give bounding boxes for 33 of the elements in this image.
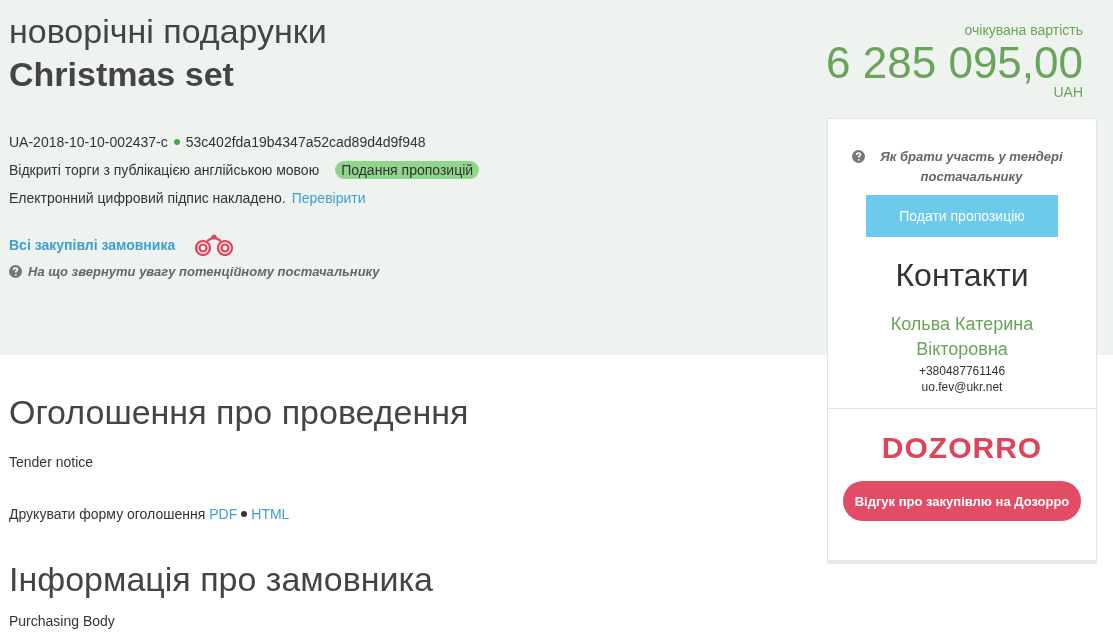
tender-id: UA-2018-10-10-002437-c — [9, 134, 168, 150]
binoculars-icon[interactable] — [193, 234, 236, 256]
supplier-hint-link[interactable]: На що звернути увагу потенційному постачальнику — [28, 264, 380, 279]
dot-icon — [173, 139, 180, 145]
section-title: Інформація про замовника — [9, 560, 434, 599]
help-icon — [852, 150, 865, 163]
tender-subtitle: Christmas set — [9, 55, 235, 94]
section-title: Оголошення про проведення — [9, 393, 470, 432]
contact-phone: +380487761146 — [918, 364, 1006, 378]
budget-label: очікувана вартість — [963, 22, 1083, 38]
procedure-type: Відкриті торги з публікацією англійською мовою — [9, 162, 320, 178]
print-link[interactable]: HTML — [251, 506, 290, 522]
print-label: Друкувати форму оголошення — [9, 506, 206, 522]
participation-help-link[interactable]: Як брати участь у тендері постачальнику — [871, 147, 1072, 187]
dozorro-logo: DOZORRO — [881, 431, 1043, 465]
buyer-procurements-link[interactable]: Всі закупівлі замовника — [9, 237, 176, 253]
tender-hash: 53c402fda19b4347a52cad89d4d9f948 — [185, 134, 426, 150]
review-button[interactable]: Відгук про закупівлю на Дозорро — [843, 481, 1081, 521]
tender-title: новорічні подарунки — [9, 12, 328, 51]
status-badge: Подання пропозицій — [335, 161, 480, 179]
help-icon — [9, 265, 22, 278]
submit-bid-button[interactable]: Подати пропозицію — [866, 195, 1058, 237]
signature-text: Електронний цифровий підпис накладено. — [9, 190, 286, 206]
verify-link[interactable]: Перевірити — [291, 190, 366, 206]
print-link[interactable]: PDF — [209, 506, 238, 522]
separator-dot-icon — [241, 511, 248, 517]
budget-amount: 6 285 095,00 — [826, 38, 1083, 87]
contact-name: Кольва Катерина Вікторовна — [889, 313, 1035, 361]
budget-currency: UAH — [1052, 84, 1083, 100]
section-subtitle: Tender notice — [9, 454, 95, 470]
section-subtitle: Purchasing Body — [9, 613, 116, 629]
contacts-title: Контакти — [895, 257, 1029, 294]
contact-email: uo.fev@ukr.net — [921, 380, 1003, 394]
